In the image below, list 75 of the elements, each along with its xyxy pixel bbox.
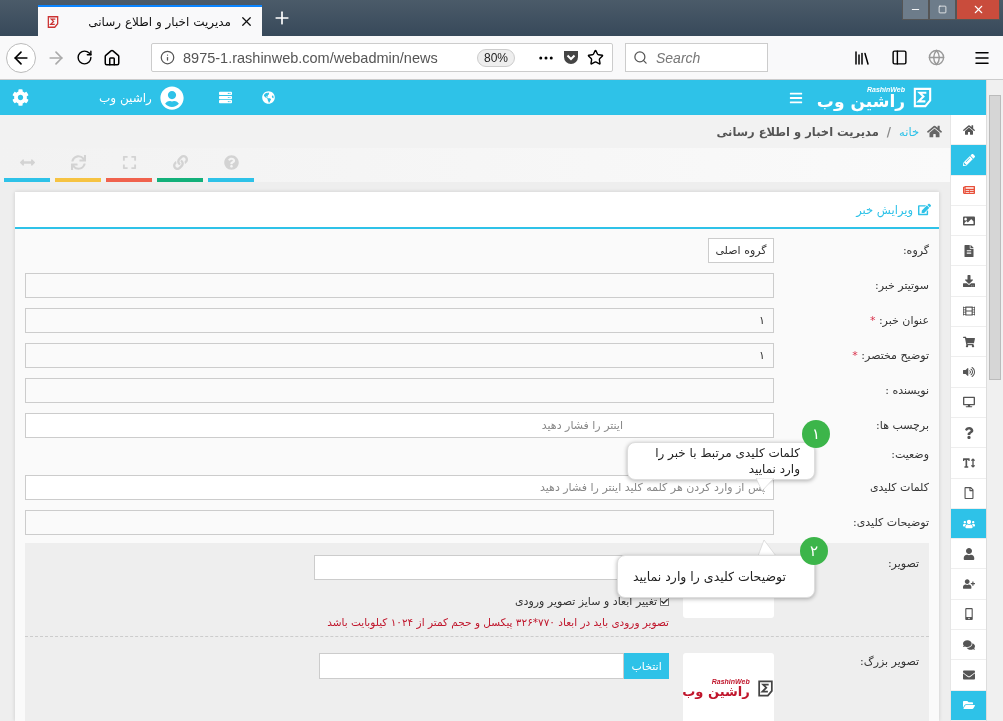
input-field[interactable]: پس از وارد کردن هر کلمه کلید اینتر را فشار دهید <box>25 475 774 500</box>
logo-icon <box>755 678 775 698</box>
breadcrumb-current: مدیریت اخبار و اطلاع رسانی <box>716 124 879 139</box>
field-label: تصویر: <box>887 556 919 570</box>
tab-title: مدیریت اخبار و اطلاع رسانی <box>87 14 231 29</box>
field-label: عنوان خبر: * <box>869 313 929 327</box>
logo-text: راشین وب <box>682 685 750 698</box>
download-icon <box>962 275 975 288</box>
field-label: سوتیتر خبر: <box>874 278 929 292</box>
field-label: نویسنده : <box>885 383 929 397</box>
step-badge: ۲ <box>800 537 828 565</box>
home-icon <box>962 123 975 136</box>
question-icon <box>962 426 975 439</box>
input-field[interactable] <box>25 510 774 535</box>
search-input[interactable]: Search <box>654 48 754 67</box>
breadcrumb-separator: / <box>886 124 891 139</box>
folder-icon <box>962 699 975 712</box>
back-button[interactable] <box>6 42 36 73</box>
tooltip-tail <box>758 540 776 556</box>
file-icon <box>962 487 975 500</box>
card-title: ویرایش خبر <box>856 202 913 217</box>
url-text: 8975-1.rashinweb.com/webadmin/news <box>183 49 439 66</box>
input-field[interactable]: ۱ <box>25 308 774 333</box>
image-icon <box>962 214 975 227</box>
chat-icon <box>962 638 975 651</box>
monitor-icon <box>962 396 975 409</box>
home-icon[interactable] <box>103 48 121 67</box>
maximize-icon <box>938 5 947 14</box>
field-label: گروه: <box>902 243 929 257</box>
users-icon <box>962 517 975 530</box>
browser-tab[interactable]: مدیریت اخبار و اطلاع رسانی <box>38 5 262 36</box>
star-icon[interactable] <box>587 49 604 66</box>
field-label: برچسب ها: <box>876 418 929 432</box>
field-label: کلمات کلیدی <box>869 480 929 494</box>
search-icon <box>633 50 648 65</box>
input-field[interactable] <box>25 378 774 403</box>
document-icon <box>962 244 975 257</box>
envelope-icon <box>962 669 975 681</box>
field-label: توضیح مختصر: * <box>852 348 929 362</box>
field-label: وضعیت: <box>891 448 929 461</box>
size-note: تصویر ورودی باید در ابعاد ۷۷۰*۳۲۶ پیکسل و حجم کمتر از ۱۰۲۴ کیلوبایت باشد <box>326 616 669 628</box>
address-bar[interactable]: 8975-1.rashinweb.com/webadmin/news 80% <box>151 43 613 72</box>
close-icon[interactable] <box>239 14 254 29</box>
text-height-icon <box>962 456 975 469</box>
search-field[interactable]: Search <box>625 43 768 72</box>
close-button[interactable] <box>956 0 1000 20</box>
speaker-icon <box>962 366 975 378</box>
phone-icon <box>962 608 975 621</box>
logo-icon <box>46 14 60 29</box>
field-label: تصویر بزرگ: <box>860 654 919 668</box>
library-icon[interactable] <box>853 48 871 67</box>
sidebar-icon[interactable] <box>891 49 908 66</box>
reload-icon[interactable] <box>76 49 93 66</box>
scrollbar[interactable] <box>986 80 1003 721</box>
newspaper-icon <box>962 184 975 197</box>
zoom-badge[interactable]: 80% <box>476 48 515 67</box>
globe-icon[interactable] <box>928 49 945 66</box>
step-badge: ۱ <box>802 420 830 448</box>
field-label: توضیحات کلیدی: <box>853 515 929 529</box>
input-field[interactable] <box>25 273 774 298</box>
input-field[interactable]: ۱ <box>25 343 774 368</box>
logo-icon <box>911 86 934 109</box>
info-icon[interactable] <box>160 50 175 65</box>
group-select[interactable]: گروه اصلی <box>708 238 774 263</box>
maximize-button[interactable] <box>929 0 956 20</box>
cart-icon <box>962 335 975 348</box>
user-icon <box>962 547 975 560</box>
user-plus-icon <box>962 578 975 591</box>
pocket-icon[interactable] <box>563 50 579 65</box>
input-field[interactable]: اینتر را فشار دهید <box>25 413 774 438</box>
film-icon <box>962 305 975 318</box>
input-field[interactable] <box>319 653 625 679</box>
pencil-icon <box>962 153 975 166</box>
edit-icon <box>918 203 931 216</box>
logo-text: راشین وب <box>816 92 905 110</box>
